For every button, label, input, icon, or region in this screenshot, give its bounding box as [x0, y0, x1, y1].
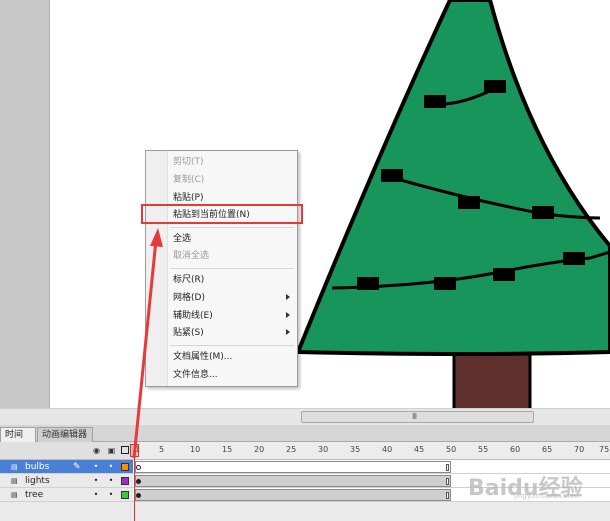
layer-row-bulbs[interactable]: ▤ bulbs ✎ • • [0, 460, 133, 474]
ruler-label: 20 [254, 445, 265, 454]
ruler-label: 40 [382, 445, 393, 454]
bulb[interactable] [532, 206, 554, 219]
menu-item-document-properties[interactable]: 文档属性(M)... [146, 349, 297, 366]
submenu-arrow-icon [286, 294, 290, 300]
context-menu: 剪切(T) 复制(C) 粘贴(P) 粘贴到当前位置(N) 全选 取消全选 标尺(… [145, 150, 298, 387]
layer-header: ◉ ▣ [0, 442, 133, 460]
stage-canvas[interactable] [50, 0, 610, 408]
bulb[interactable] [381, 169, 403, 182]
menu-item-label: 文档属性(M)... [173, 352, 233, 362]
scrollbar-grip: III [412, 412, 417, 421]
visibility-dot[interactable]: • [92, 477, 100, 485]
menu-separator [170, 268, 294, 269]
ruler-label: 55 [478, 445, 489, 454]
ruler-label: 25 [286, 445, 297, 454]
playhead[interactable] [130, 444, 139, 457]
frame-span[interactable] [135, 461, 451, 473]
end-frame[interactable] [446, 478, 449, 485]
menu-item-guides[interactable]: 辅助线(E) [146, 308, 297, 325]
bulb[interactable] [434, 277, 456, 290]
lock-dot[interactable]: • [107, 491, 115, 499]
tree-canopy[interactable] [295, 0, 610, 356]
outline-icon[interactable] [121, 446, 129, 454]
layer-color-swatch[interactable] [121, 477, 129, 485]
menu-item-label: 复制(C) [173, 175, 205, 185]
ruler-label: 15 [222, 445, 233, 454]
menu-item-label: 辅助线(E) [173, 311, 213, 321]
menu-separator [170, 345, 294, 346]
horizontal-scrollbar[interactable]: III [0, 408, 610, 425]
menu-item-file-info[interactable]: 文件信息... [146, 367, 297, 384]
menu-item-cut[interactable]: 剪切(T) [146, 154, 297, 171]
bulb[interactable] [424, 95, 446, 108]
menu-item-copy[interactable]: 复制(C) [146, 172, 297, 189]
submenu-arrow-icon [286, 312, 290, 318]
annotation-highlight-box [141, 204, 303, 224]
menu-item-snapping[interactable]: 贴紧(S) [146, 325, 297, 342]
layer-name[interactable]: bulbs [25, 461, 49, 473]
menu-item-label: 剪切(T) [173, 157, 204, 167]
ruler-label: 70 [574, 445, 585, 454]
layer-icon: ▤ [11, 491, 18, 499]
menu-item-select-all[interactable]: 全选 [146, 231, 297, 248]
ruler-label: 10 [190, 445, 201, 454]
menu-item-rulers[interactable]: 标尺(R) [146, 272, 297, 289]
christmas-tree-drawing[interactable] [50, 0, 610, 408]
frame-span[interactable] [135, 489, 451, 501]
frame-ruler[interactable]: 1 5 10 15 20 25 30 35 40 45 50 55 60 65 … [133, 442, 610, 460]
ruler-label: 75 [599, 445, 610, 454]
watermark: Baidu经验 jingyan.baidu.com [466, 468, 606, 504]
left-panel [0, 0, 50, 408]
end-frame[interactable] [446, 464, 449, 471]
menu-item-deselect-all[interactable]: 取消全选 [146, 248, 297, 265]
keyframe[interactable] [136, 479, 141, 484]
ruler-label: 45 [414, 445, 425, 454]
keyframe[interactable] [136, 493, 141, 498]
layer-color-swatch[interactable] [121, 491, 129, 499]
watermark-subtext: jingyan.baidu.com [514, 492, 579, 500]
bulb[interactable] [458, 196, 480, 209]
empty-keyframe[interactable] [136, 465, 141, 470]
layer-icon: ▤ [11, 463, 18, 471]
pencil-icon: ✎ [73, 462, 81, 472]
ruler-label: 30 [318, 445, 329, 454]
panel-tabs: 时间轴 动画编辑器 [0, 425, 610, 454]
layer-name[interactable]: lights [25, 475, 50, 487]
layer-row-lights[interactable]: ▤ lights • • [0, 474, 133, 488]
end-frame[interactable] [446, 492, 449, 499]
visibility-dot[interactable]: • [92, 463, 100, 471]
visibility-dot[interactable]: • [92, 491, 100, 499]
lock-dot[interactable]: • [107, 463, 115, 471]
menu-separator [170, 227, 294, 228]
ruler-label: 60 [510, 445, 521, 454]
menu-item-grid[interactable]: 网格(D) [146, 290, 297, 307]
layer-row-tree[interactable]: ▤ tree • • [0, 488, 133, 502]
menu-item-label: 全选 [173, 234, 192, 244]
menu-item-label: 贴紧(S) [173, 328, 204, 338]
layer-icon: ▤ [11, 477, 18, 485]
tab-motion-editor[interactable]: 动画编辑器 [37, 427, 93, 442]
frame-span[interactable] [135, 475, 451, 487]
menu-item-label: 网格(D) [173, 293, 205, 303]
layer-color-swatch[interactable] [121, 463, 129, 471]
lock-dot[interactable]: • [107, 477, 115, 485]
ruler-label: 50 [446, 445, 457, 454]
tab-timeline[interactable]: 时间轴 [0, 427, 36, 454]
bulb[interactable] [493, 268, 515, 281]
menu-item-label: 标尺(R) [173, 275, 205, 285]
ruler-label: 65 [542, 445, 553, 454]
bulb[interactable] [484, 80, 506, 93]
ruler-label: 35 [350, 445, 361, 454]
scrollbar-thumb[interactable]: III [301, 411, 534, 423]
menu-item-label: 文件信息... [173, 370, 218, 380]
layer-name[interactable]: tree [25, 489, 43, 501]
submenu-arrow-icon [286, 329, 290, 335]
bulb[interactable] [563, 252, 585, 265]
ruler-label: 5 [159, 445, 165, 454]
eye-icon[interactable]: ◉ [92, 446, 101, 455]
lock-icon[interactable]: ▣ [107, 446, 116, 455]
bulb[interactable] [357, 277, 379, 290]
menu-item-label: 取消全选 [173, 251, 210, 261]
